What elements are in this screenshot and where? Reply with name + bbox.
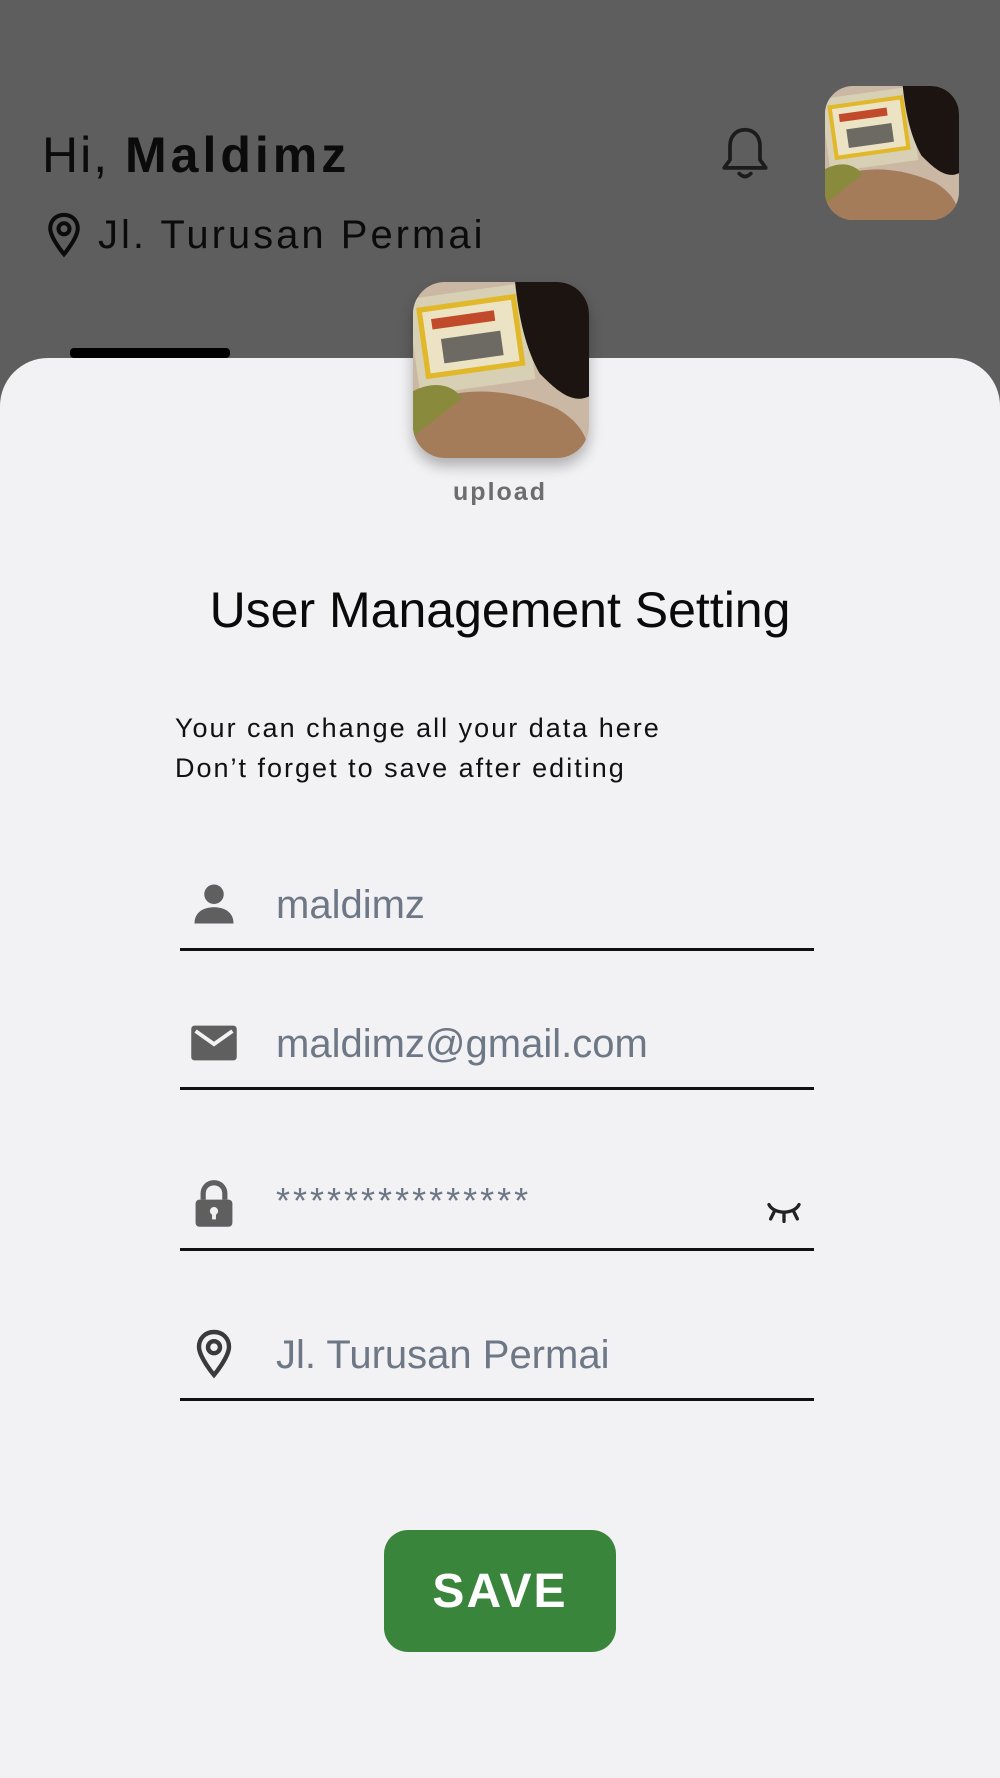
username-value[interactable]: maldimz <box>276 880 425 930</box>
address-field[interactable]: Jl. Turusan Permai <box>180 1308 814 1401</box>
address-value[interactable]: Jl. Turusan Permai <box>276 1330 609 1380</box>
username-field[interactable]: maldimz <box>180 858 814 951</box>
password-value[interactable]: *************** <box>276 1176 531 1226</box>
avatar[interactable] <box>825 86 959 220</box>
eye-closed-icon[interactable] <box>764 1198 804 1228</box>
location-text: Jl. Turusan Permai <box>98 212 486 257</box>
page-title: User Management Setting <box>209 582 791 638</box>
bell-icon[interactable] <box>716 124 774 184</box>
location-pin-icon <box>48 212 80 258</box>
email-value[interactable]: maldimz@gmail.com <box>276 1019 648 1069</box>
lock-icon <box>195 1180 233 1227</box>
greeting: Hi, Maldimz <box>42 125 350 185</box>
mail-icon <box>191 1025 237 1061</box>
description-line-2: Don’t forget to save after editing <box>175 753 626 783</box>
person-icon <box>194 884 234 924</box>
header-location: Jl. Turusan Permai <box>42 210 485 260</box>
profile-photo-upload[interactable] <box>413 282 589 458</box>
form-description: Your can change all your data here Don’t… <box>175 708 661 788</box>
save-button[interactable]: SAVE <box>384 1530 616 1652</box>
email-field[interactable]: maldimz@gmail.com <box>180 997 814 1090</box>
user-name: Maldimz <box>125 127 351 183</box>
greeting-prefix: Hi, <box>42 127 110 183</box>
password-field[interactable]: *************** <box>180 1158 814 1251</box>
location-pin-icon <box>196 1329 232 1379</box>
profile-photo <box>413 282 589 458</box>
avatar-photo <box>825 86 959 220</box>
obscured-heading <box>70 348 230 358</box>
upload-link[interactable]: upload <box>400 478 600 507</box>
description-line-1: Your can change all your data here <box>175 713 661 743</box>
